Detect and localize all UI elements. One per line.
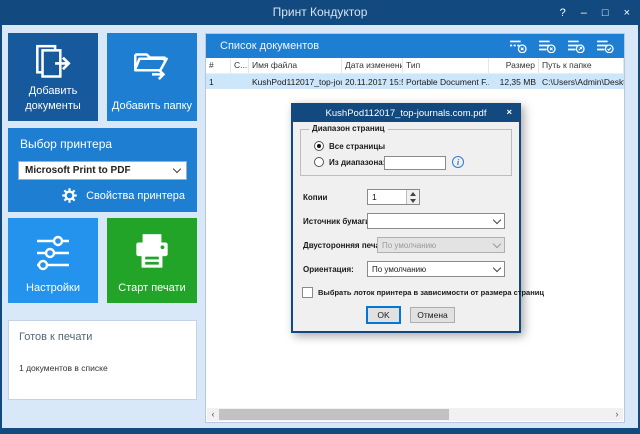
start-print-label: Старт печати xyxy=(107,281,197,295)
add-documents-button[interactable]: Добавить документы xyxy=(8,33,98,121)
dialog-close-icon[interactable]: × xyxy=(506,105,512,121)
from-range-label: Из диапазона: xyxy=(329,158,385,167)
row-size: 12,35 MB xyxy=(489,77,539,87)
tray-checkbox[interactable] xyxy=(302,287,313,298)
help-icon[interactable]: ? xyxy=(560,7,566,19)
page-range-group-label: Диапазон страниц xyxy=(309,124,388,133)
chevron-down-icon xyxy=(173,165,181,173)
column-headers: # С... Имя файла Дата изменения Тип Разм… xyxy=(206,58,624,74)
all-pages-radio[interactable]: Все страницы xyxy=(314,141,385,151)
column-header-path[interactable]: Путь к папке xyxy=(539,58,624,73)
orientation-value: По умолчанию xyxy=(372,265,426,274)
column-header-size[interactable]: Размер xyxy=(489,58,539,73)
column-header-modified[interactable]: Дата изменения xyxy=(342,58,403,73)
add-folder-label: Добавить папку xyxy=(107,99,197,113)
dialog-title: KushPod112017_top-journals.com.pdf xyxy=(326,108,487,119)
page-range-input[interactable] xyxy=(384,156,446,170)
cancel-button[interactable]: Отмена xyxy=(410,307,455,323)
column-header-status[interactable]: С... xyxy=(231,58,249,73)
printer-icon xyxy=(107,230,197,276)
window-border-bottom xyxy=(0,428,640,434)
column-header-number[interactable]: # xyxy=(206,58,231,73)
printer-select-value: Microsoft Print to PDF xyxy=(25,165,131,176)
chevron-down-icon xyxy=(493,215,501,223)
orientation-select[interactable]: По умолчанию xyxy=(367,261,505,277)
scrollbar-thumb[interactable] xyxy=(219,409,449,420)
all-pages-label: Все страницы xyxy=(329,142,385,151)
folder-arrow-icon xyxy=(107,42,197,88)
settings-button[interactable]: Настройки xyxy=(8,218,98,303)
paper-source-row: Источник бумаги xyxy=(303,213,512,229)
chevron-down-icon xyxy=(493,263,501,271)
copies-spin-buttons xyxy=(406,190,419,204)
printer-properties-label: Свойства принтера xyxy=(86,190,185,202)
column-header-type[interactable]: Тип xyxy=(403,58,489,73)
status-title: Готов к печати xyxy=(19,331,92,343)
gear-icon xyxy=(61,187,78,204)
add-documents-label: Добавить документы xyxy=(8,84,98,113)
settings-label: Настройки xyxy=(8,281,98,295)
row-path: C:\Users\Admin\Desktop\ xyxy=(539,77,624,87)
printer-panel-title: Выбор принтера xyxy=(20,137,112,151)
start-print-button[interactable]: Старт печати xyxy=(107,218,197,303)
copies-row: Копии 1 xyxy=(303,189,512,205)
orientation-row: Ориентация: По умолчанию xyxy=(303,261,512,277)
scroll-left-icon[interactable]: ‹ xyxy=(207,408,219,421)
table-row[interactable]: 1 KushPod112017_top-jou... 20.11.2017 15… xyxy=(206,74,624,89)
paper-source-select[interactable] xyxy=(367,213,505,229)
printer-properties-button[interactable]: Свойства принтера xyxy=(61,187,185,204)
duplex-row: Двусторонняя печать По умолчанию xyxy=(303,237,512,253)
page-range-group: Диапазон страниц Все страницы Из диапазо… xyxy=(300,129,512,176)
check-documents-icon[interactable] xyxy=(596,39,614,53)
maximize-icon[interactable]: □ xyxy=(602,7,609,19)
scroll-right-icon[interactable]: › xyxy=(611,408,623,421)
window-controls: ? – □ × xyxy=(560,0,630,25)
ok-button[interactable]: OK xyxy=(367,307,400,323)
remove-documents-icon[interactable] xyxy=(538,39,556,53)
add-folder-button[interactable]: Добавить папку xyxy=(107,33,197,121)
window-border-left xyxy=(0,25,2,434)
duplex-value: По умолчанию xyxy=(382,241,436,250)
duplex-label: Двусторонняя печать xyxy=(303,241,389,250)
spin-up-icon[interactable] xyxy=(407,190,419,197)
copies-stepper[interactable]: 1 xyxy=(367,189,420,205)
chevron-down-icon xyxy=(493,239,501,247)
minimize-icon[interactable]: – xyxy=(581,7,587,19)
printer-select[interactable]: Microsoft Print to PDF xyxy=(18,161,187,180)
tray-checkbox-row[interactable]: Выбрать лоток принтера в зависимости от … xyxy=(302,287,544,298)
spin-down-icon[interactable] xyxy=(407,197,419,204)
horizontal-scrollbar[interactable]: ‹ › xyxy=(207,408,623,421)
copies-value: 1 xyxy=(368,190,406,204)
document-settings-dialog: KushPod112017_top-journals.com.pdf × Диа… xyxy=(291,103,521,333)
duplex-select: По умолчанию xyxy=(377,237,505,253)
status-box: Готов к печати 1 документов в списке xyxy=(8,320,197,400)
row-modified: 20.11.2017 15:54 xyxy=(342,77,403,87)
column-header-filename[interactable]: Имя файла xyxy=(249,58,342,73)
clear-statuses-icon[interactable] xyxy=(509,39,527,53)
document-list-toolbar xyxy=(509,39,614,53)
dialog-titlebar: KushPod112017_top-journals.com.pdf × xyxy=(293,105,519,122)
copies-label: Копии xyxy=(303,193,327,202)
titlebar: Принт Кондуктор xyxy=(0,0,640,25)
info-icon: i xyxy=(452,156,464,168)
status-detail: 1 документов в списке xyxy=(19,363,108,373)
close-icon[interactable]: × xyxy=(624,7,630,19)
radio-unselected-icon xyxy=(314,157,324,167)
printer-panel: Выбор принтера Microsoft Print to PDF Св… xyxy=(8,128,197,212)
sliders-icon xyxy=(8,232,98,276)
document-list-title: Список документов xyxy=(220,40,509,52)
orientation-label: Ориентация: xyxy=(303,265,354,274)
row-filename: KushPod112017_top-jou... xyxy=(249,77,342,87)
document-list-header: Список документов xyxy=(206,34,624,58)
row-type: Portable Document F... xyxy=(403,77,489,87)
window-title: Принт Кондуктор xyxy=(0,0,640,25)
restart-documents-icon[interactable] xyxy=(567,39,585,53)
radio-selected-icon xyxy=(314,141,324,151)
from-range-radio[interactable]: Из диапазона: xyxy=(314,157,385,167)
tray-checkbox-label: Выбрать лоток принтера в зависимости от … xyxy=(318,288,544,297)
documents-arrow-icon xyxy=(8,42,98,88)
paper-source-label: Источник бумаги xyxy=(303,217,370,226)
row-number: 1 xyxy=(206,77,231,87)
